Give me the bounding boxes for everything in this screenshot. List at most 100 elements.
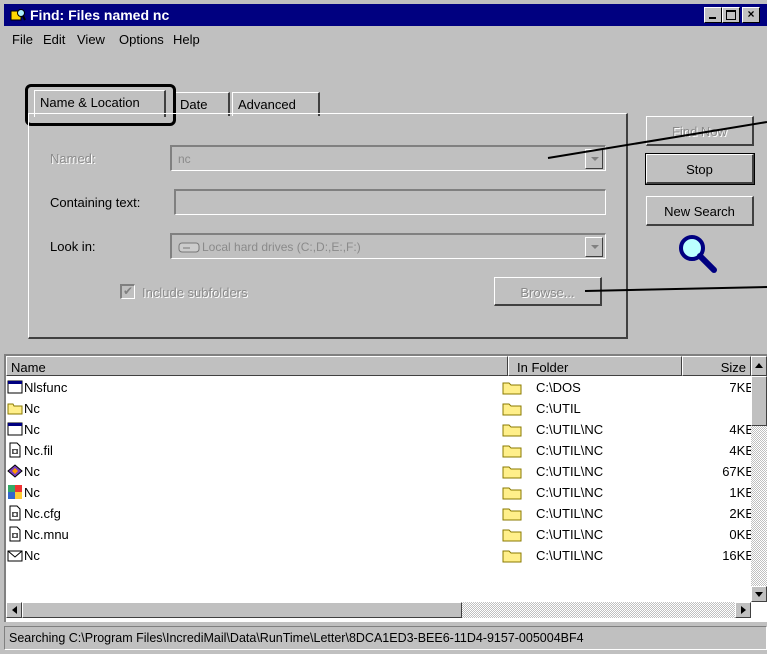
scroll-left-button[interactable] <box>6 602 22 618</box>
hard-drive-icon <box>178 242 200 253</box>
named-label: Named: <box>50 151 96 166</box>
list-item-size: 0KB <box>729 527 754 542</box>
list-item-name: Nc <box>24 401 40 416</box>
find-window: Find: Files named nc × File Edit View Op… <box>0 0 767 654</box>
config-file-icon <box>7 526 23 542</box>
list-item-folder: C:\UTIL\NC <box>536 464 604 479</box>
list-item-name: Nc.cfg <box>24 506 61 521</box>
scroll-right-button[interactable] <box>735 602 751 618</box>
browse-button-label: Browse... <box>520 285 575 300</box>
scroll-up-button[interactable] <box>751 356 767 376</box>
column-header-name-label: Name <box>11 360 46 375</box>
list-item-folder: C:\UTIL\NC <box>536 422 604 437</box>
list-item-size: 1KB <box>729 485 754 500</box>
scroll-down-button[interactable] <box>751 586 767 602</box>
close-button[interactable]: × <box>742 7 760 23</box>
vertical-scroll-thumb[interactable] <box>751 376 767 426</box>
program-window-icon <box>7 421 23 437</box>
list-item[interactable]: Nlsfunc C:\DOS 7KB <box>6 377 766 398</box>
list-item-name: Nc.mnu <box>24 527 69 542</box>
list-item-folder: C:\UTIL <box>536 401 581 416</box>
new-search-button[interactable]: New Search <box>646 196 754 226</box>
column-header-name[interactable]: Name <box>6 356 508 376</box>
folder-icon <box>502 400 522 416</box>
minimize-button[interactable] <box>704 7 722 23</box>
folder-icon <box>502 547 522 563</box>
maximize-icon <box>726 10 736 20</box>
folder-icon <box>502 421 522 437</box>
list-item[interactable]: Nc C:\UTIL\NC 16KB <box>6 545 766 566</box>
list-item[interactable]: Nc C:\UTIL <box>6 398 766 419</box>
list-item-size: 16KB <box>722 548 754 563</box>
stop-button[interactable]: Stop <box>645 153 755 185</box>
list-item[interactable]: Nc.cfg C:\UTIL\NC 2KB <box>6 503 766 524</box>
menu-options[interactable]: Options <box>119 32 164 47</box>
title-bar[interactable]: Find: Files named nc × <box>4 4 767 26</box>
list-item-name: Nc <box>24 485 40 500</box>
list-item-size: 4KB <box>729 443 754 458</box>
horizontal-scroll-thumb[interactable] <box>22 602 462 618</box>
list-item-name: Nc <box>24 422 40 437</box>
left-arrow-icon <box>12 606 17 614</box>
magnifier-animation-icon <box>679 235 717 273</box>
list-item[interactable]: Nc.mnu C:\UTIL\NC 0KB <box>6 524 766 545</box>
config-file-icon <box>7 442 23 458</box>
horizontal-scrollbar[interactable] <box>6 602 751 618</box>
list-item-size: 67KB <box>722 464 754 479</box>
list-item-name: Nc <box>24 464 40 479</box>
maximize-button[interactable] <box>722 7 740 23</box>
folder-icon <box>502 463 522 479</box>
results-list[interactable]: Name In Folder Size Nlsfunc C:\DOS 7KB Nc C:… <box>4 354 767 622</box>
include-subfolders-label: Include subfolders <box>142 285 248 300</box>
menu-edit[interactable]: Edit <box>43 32 65 47</box>
column-header-size[interactable]: Size <box>682 356 751 376</box>
find-now-button[interactable]: Find Now <box>646 116 754 146</box>
tab-advanced-label: Advanced <box>238 97 296 112</box>
new-search-button-label: New Search <box>664 204 735 219</box>
look-in-label: Look in: <box>50 239 96 254</box>
containing-text-label: Containing text: <box>50 195 141 210</box>
list-item-folder: C:\UTIL\NC <box>536 485 604 500</box>
list-item-folder: C:\UTIL\NC <box>536 506 604 521</box>
named-value: nc <box>178 152 191 166</box>
list-item-size: 7KB <box>729 380 754 395</box>
close-icon: × <box>747 7 755 21</box>
list-item[interactable]: Nc C:\UTIL\NC 4KB <box>6 419 766 440</box>
folder-icon <box>502 505 522 521</box>
minimize-icon <box>709 17 716 19</box>
containing-text-input[interactable] <box>174 189 606 215</box>
include-subfolders-checkbox[interactable]: ✔ <box>120 284 135 299</box>
list-item-name: Nc.fil <box>24 443 53 458</box>
folder-icon <box>502 442 522 458</box>
config-file-icon <box>7 505 23 521</box>
list-item-folder: C:\UTIL\NC <box>536 548 604 563</box>
vertical-scrollbar[interactable] <box>751 356 767 602</box>
look-in-value: Local hard drives (C:,D:,E:,F:) <box>202 240 361 254</box>
menu-view[interactable]: View <box>77 32 105 47</box>
folder-icon <box>502 484 522 500</box>
program-window-icon <box>7 379 23 395</box>
list-item-size: 2KB <box>729 506 754 521</box>
app-book-icon <box>7 463 23 479</box>
menu-file[interactable]: File <box>12 32 33 47</box>
list-item-folder: C:\UTIL\NC <box>536 443 604 458</box>
down-arrow-icon <box>755 592 763 597</box>
list-item-folder: C:\DOS <box>536 380 581 395</box>
list-item[interactable]: Nc.fil C:\UTIL\NC 4KB <box>6 440 766 461</box>
find-search-icon <box>10 9 26 21</box>
right-arrow-icon <box>741 606 746 614</box>
look-in-combobox[interactable]: Local hard drives (C:,D:,E:,F:) <box>170 233 606 259</box>
named-combobox[interactable]: nc <box>170 145 606 171</box>
up-arrow-icon <box>755 363 763 368</box>
browse-button[interactable]: Browse... <box>494 277 602 306</box>
named-dropdown-button[interactable] <box>585 149 603 169</box>
list-item-size: 4KB <box>729 422 754 437</box>
column-header-folder[interactable]: In Folder <box>508 356 682 376</box>
look-in-dropdown-button[interactable] <box>585 237 603 257</box>
menu-help[interactable]: Help <box>173 32 200 47</box>
stop-button-label: Stop <box>686 162 713 177</box>
list-item-folder: C:\UTIL\NC <box>536 527 604 542</box>
list-item[interactable]: Nc C:\UTIL\NC 1KB <box>6 482 766 503</box>
tab-date-label: Date <box>180 97 208 112</box>
list-item[interactable]: Nc C:\UTIL\NC 67KB <box>6 461 766 482</box>
